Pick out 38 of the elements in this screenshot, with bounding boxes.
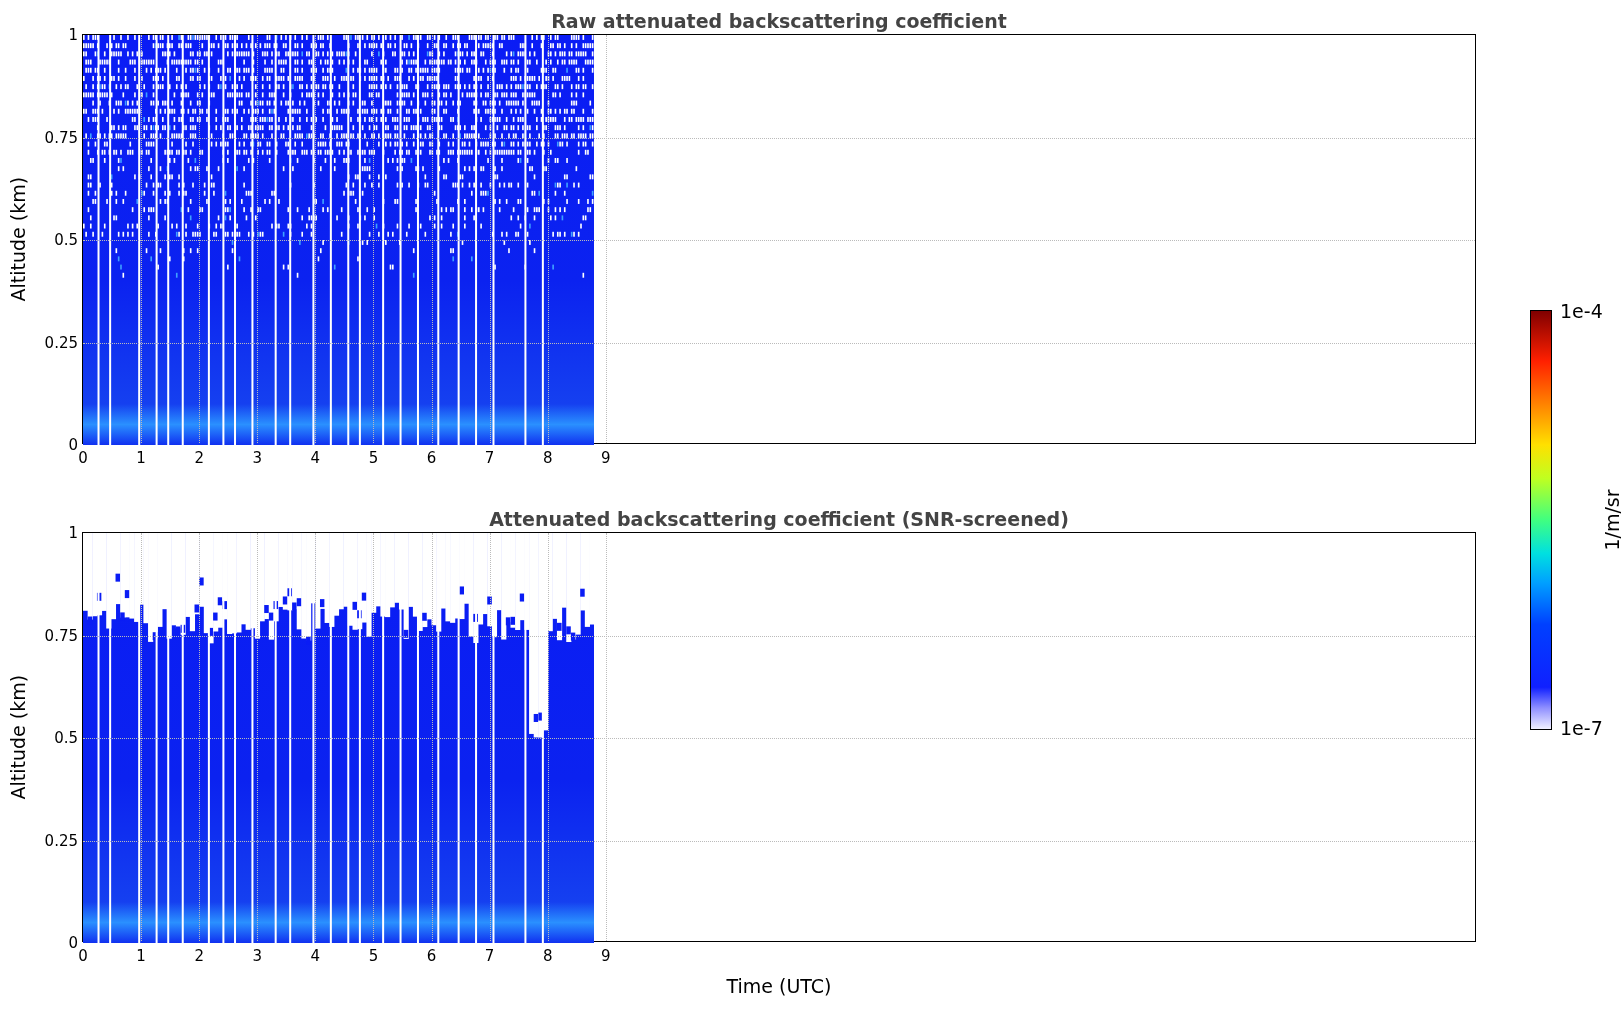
tick-label: 8 (542, 451, 553, 466)
tick-label: 0.5 (54, 730, 78, 746)
axis-label: Altitude (km) (5, 176, 30, 302)
tick-label: 1 (136, 949, 146, 964)
tick-label: 7 (484, 451, 495, 466)
tick-label: 0 (68, 437, 78, 453)
tick-label: 9 (601, 451, 611, 466)
colorbar-label: 1e-7 (1560, 719, 1603, 738)
tick-label: 0 (68, 935, 78, 951)
tick-label: 0.75 (44, 628, 78, 643)
tick-label: 0.25 (44, 833, 78, 848)
tick-label: 8 (542, 949, 553, 964)
tick-label: 4 (310, 949, 321, 964)
tick-label: 2 (194, 451, 204, 466)
tick-label: 1 (68, 27, 78, 43)
axis-label: Time (UTC) (725, 974, 833, 999)
tick-label: 2 (194, 949, 204, 964)
tick-label: 6 (426, 451, 437, 466)
tick-label: 1 (136, 451, 146, 466)
tick-label: 6 (426, 949, 437, 964)
tick-label: 7 (484, 949, 495, 964)
tick-label: 4 (310, 451, 321, 466)
tick-label: 3 (252, 949, 262, 964)
tick-label: 5 (368, 451, 379, 466)
tick-label: 3 (252, 451, 262, 466)
axis-label: 1/m/sr (1600, 489, 1621, 551)
tick-label: 5 (368, 949, 379, 964)
tick-label: 0.5 (54, 232, 78, 248)
tick-label: 1 (68, 525, 78, 541)
tick-label: 9 (601, 949, 611, 964)
tick-label: 0.75 (44, 130, 78, 145)
tick-label: 0 (78, 949, 88, 964)
tick-label: 0 (78, 451, 88, 466)
chart-title: Raw attenuated backscattering coefficient (550, 9, 1008, 34)
chart-title: Attenuated backscattering coefficient (SNR-screened) (488, 507, 1070, 532)
axis-label: Altitude (km) (5, 674, 30, 800)
tick-label: 0.25 (44, 335, 78, 350)
colorbar-label: 1e-4 (1560, 302, 1603, 321)
